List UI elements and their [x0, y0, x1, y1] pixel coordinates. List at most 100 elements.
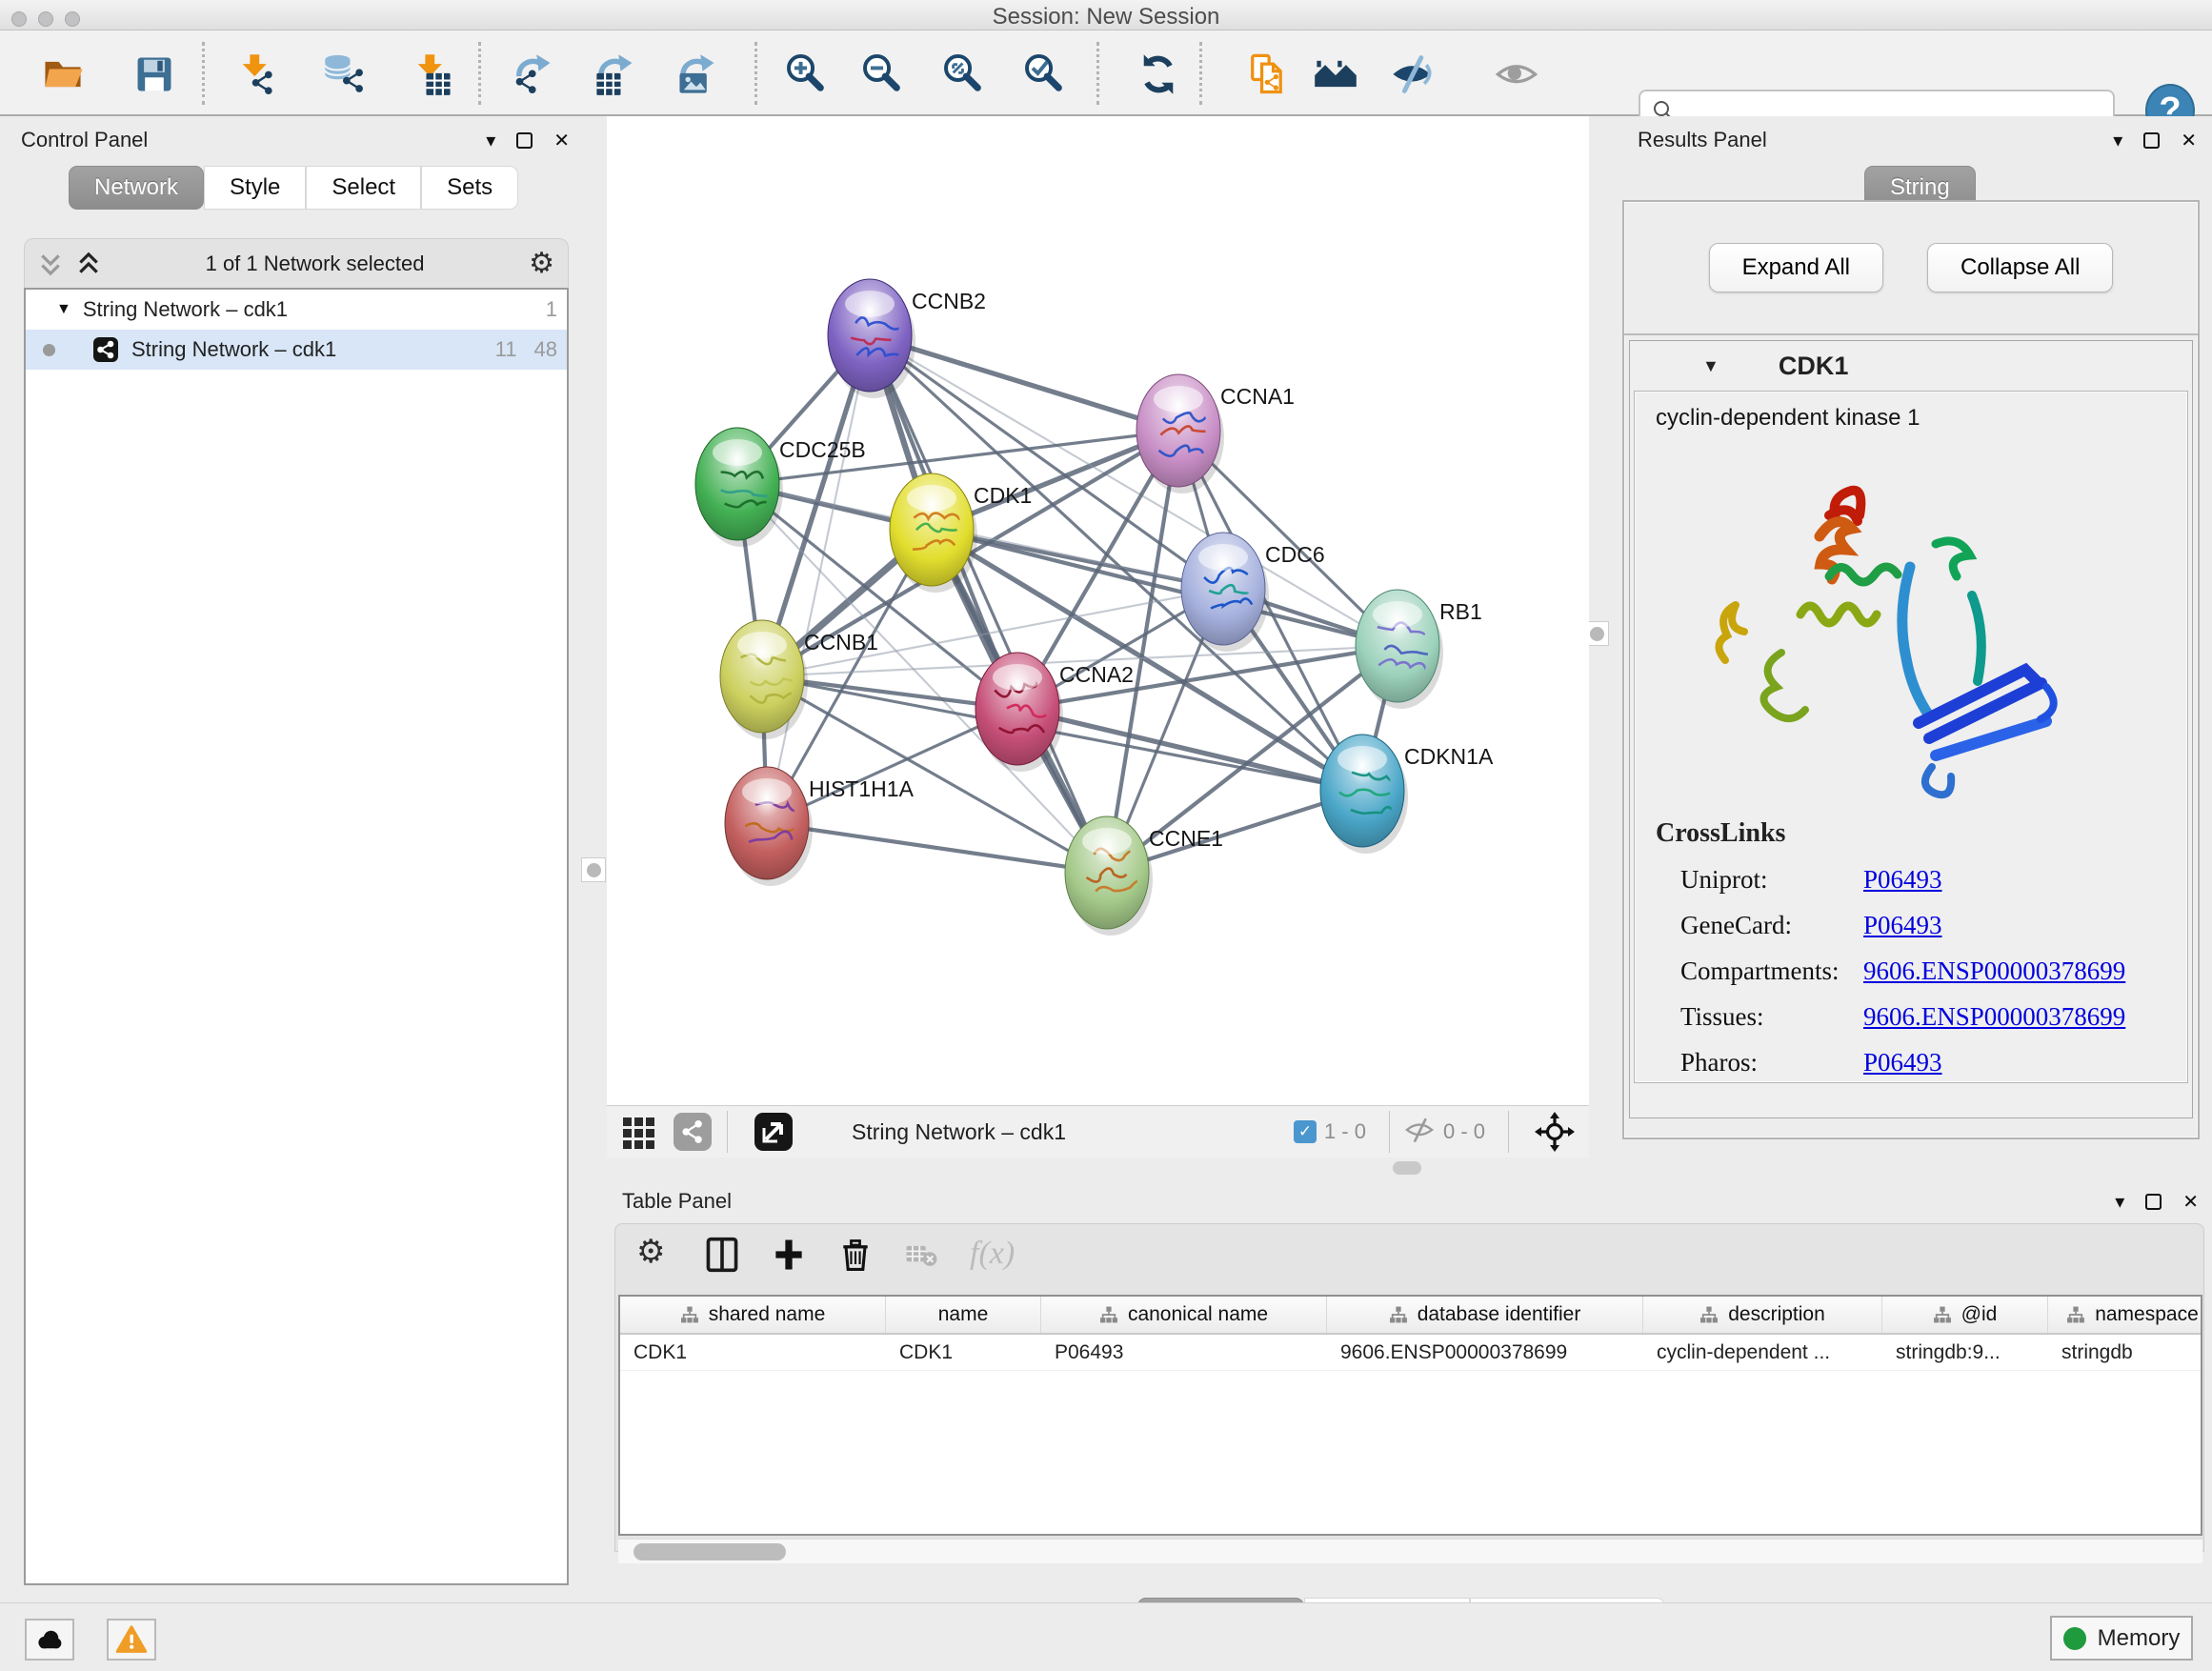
birdseye-view-icon[interactable]	[753, 1111, 794, 1153]
zoom-in-icon[interactable]	[783, 51, 829, 97]
collection-count: 1	[546, 297, 557, 322]
entry-header[interactable]: ▼ CDK1	[1630, 341, 2192, 391]
show-columns-icon[interactable]	[703, 1236, 741, 1274]
results-float-panel-icon[interactable]	[2143, 132, 2160, 149]
results-close-panel-icon[interactable]: ✕	[2181, 129, 2197, 152]
network-node-CDK1[interactable]	[890, 473, 977, 593]
table-close-panel-icon[interactable]: ✕	[2182, 1190, 2199, 1214]
toolbar-separator	[478, 42, 481, 105]
network-node-CCNE1[interactable]	[1065, 816, 1153, 936]
panel-menu-icon[interactable]: ▾	[486, 129, 495, 152]
network-list-header: 1 of 1 Network selected ⚙	[24, 238, 569, 288]
column-header-canonical-name[interactable]: canonical name	[1041, 1297, 1327, 1333]
node-label-CCNB1: CCNB1	[804, 630, 878, 654]
import-table-icon[interactable]	[410, 51, 455, 97]
eye-icon[interactable]	[1494, 51, 1539, 97]
network-row[interactable]: String Network – cdk1 11 48	[26, 330, 567, 370]
hidden-items-icon[interactable]	[1403, 1114, 1436, 1151]
crosslink-link[interactable]: P06493	[1863, 911, 1942, 940]
results-panel: Results Panel ▾ ✕ String Expand All Coll…	[1615, 116, 2212, 1158]
import-network-icon[interactable]	[234, 51, 280, 97]
table-horizontal-scrollbar[interactable]	[618, 1539, 2202, 1563]
protein-structure-image	[1686, 453, 2086, 815]
export-image-icon[interactable]	[674, 51, 720, 97]
scrollbar-thumb[interactable]	[633, 1543, 786, 1560]
hide-unhide-icon[interactable]	[1389, 51, 1435, 97]
float-panel-icon[interactable]	[516, 132, 533, 149]
node-label-RB1: RB1	[1439, 599, 1482, 624]
table-float-panel-icon[interactable]	[2145, 1194, 2162, 1210]
cloud-status-button[interactable]	[25, 1619, 74, 1661]
string-houses-icon[interactable]	[1313, 51, 1358, 97]
warning-button[interactable]	[107, 1619, 156, 1661]
left-splitter-handle[interactable]	[581, 857, 606, 882]
tab-select[interactable]: Select	[306, 166, 421, 210]
zoom-out-icon[interactable]	[859, 51, 905, 97]
export-network-icon[interactable]	[511, 51, 556, 97]
network-view-mode-icon[interactable]	[672, 1111, 714, 1153]
table-row[interactable]: CDK1CDK1P064939606.ENSP00000378699cyclin…	[620, 1335, 2201, 1371]
toolbar-separator	[754, 42, 757, 105]
export-table-icon[interactable]	[593, 51, 638, 97]
delete-column-icon[interactable]	[836, 1236, 875, 1274]
column-header-@id[interactable]: @id	[1882, 1297, 2048, 1333]
collapse-all-button[interactable]: Collapse All	[1927, 243, 2113, 292]
fit-content-crosshair-icon[interactable]	[1534, 1111, 1576, 1153]
network-node-HIST1H1A[interactable]	[725, 767, 813, 886]
tab-sets[interactable]: Sets	[421, 166, 518, 210]
expand-all-icon[interactable]	[76, 252, 101, 276]
node-label-CDC25B: CDC25B	[779, 437, 866, 462]
results-panel-menu-icon[interactable]: ▾	[2113, 129, 2122, 152]
application-window: Session: New Session ? Control Panel ▾ ✕…	[0, 0, 2212, 1671]
table-panel-menu-icon[interactable]: ▾	[2115, 1190, 2124, 1214]
crosslink-link[interactable]: P06493	[1863, 1048, 1942, 1077]
column-header-description[interactable]: description	[1643, 1297, 1882, 1333]
network-status-dot	[43, 344, 55, 356]
network-canvas[interactable]: CCNB2CCNA1CDC25BCDK1CDC6RB1CCNB1CCNA2CDK…	[607, 116, 1589, 1105]
grid-view-icon[interactable]	[618, 1111, 660, 1153]
status-bar: Memory	[0, 1602, 2212, 1671]
node-label-CDC6: CDC6	[1265, 542, 1325, 567]
network-node-CDKN1A[interactable]	[1320, 735, 1408, 854]
network-node-CCNB2[interactable]	[828, 279, 915, 398]
save-session-icon[interactable]	[131, 51, 177, 97]
network-collection-row[interactable]: ▼ String Network – cdk1 1	[26, 290, 567, 330]
copy-network-icon[interactable]	[1244, 51, 1290, 97]
selected-items-checkbox[interactable]: ✓	[1294, 1120, 1317, 1143]
crosslink-link[interactable]: 9606.ENSP00000378699	[1863, 1002, 2125, 1032]
control-panel-tabs: NetworkStyleSelectSets	[69, 166, 518, 210]
table-options-gear-icon[interactable]: ⚙	[636, 1236, 674, 1274]
column-header-name[interactable]: name	[886, 1297, 1041, 1333]
delete-table-icon[interactable]	[903, 1236, 941, 1274]
crosslink-link[interactable]: 9606.ENSP00000378699	[1863, 956, 2125, 986]
column-header-shared-name[interactable]: shared name	[620, 1297, 886, 1333]
function-builder-icon[interactable]: f(x)	[970, 1236, 1008, 1274]
network-options-gear-icon[interactable]: ⚙	[529, 250, 554, 278]
close-panel-icon[interactable]: ✕	[553, 129, 570, 152]
table-splitter-handle[interactable]	[1393, 1161, 1421, 1175]
current-network-title: String Network – cdk1	[852, 1119, 1294, 1145]
column-header-namespace[interactable]: namespace	[2048, 1297, 2202, 1333]
entry-caret-icon[interactable]: ▼	[1702, 356, 1719, 376]
string-results-box: Expand All Collapse All ▼ CDK1 cyclin-de…	[1622, 200, 2200, 1139]
collection-caret-icon[interactable]: ▼	[56, 301, 71, 318]
memory-button[interactable]: Memory	[2050, 1616, 2193, 1661]
zoom-selected-icon[interactable]	[1021, 51, 1067, 97]
network-node-CCNA1[interactable]	[1136, 374, 1224, 493]
open-session-icon[interactable]	[40, 51, 86, 97]
network-node-RB1[interactable]	[1356, 590, 1443, 709]
tab-network[interactable]: Network	[69, 166, 204, 210]
column-header-database-identifier[interactable]: database identifier	[1327, 1297, 1643, 1333]
collapse-all-icon[interactable]	[38, 252, 63, 276]
import-network-database-icon[interactable]	[322, 51, 368, 97]
network-node-CCNA2[interactable]	[975, 653, 1063, 772]
tab-style[interactable]: Style	[204, 166, 306, 210]
crosslink-link[interactable]: P06493	[1863, 865, 1942, 895]
node-table: shared namenamecanonical namedatabase id…	[618, 1295, 2202, 1536]
refresh-icon[interactable]	[1136, 51, 1181, 97]
expand-all-button[interactable]: Expand All	[1709, 243, 1883, 292]
add-column-icon[interactable]	[770, 1236, 808, 1274]
zoom-fit-icon[interactable]	[940, 51, 986, 97]
table-panel-splitter[interactable]	[607, 1158, 2212, 1181]
network-node-CCNB1[interactable]	[720, 620, 808, 739]
